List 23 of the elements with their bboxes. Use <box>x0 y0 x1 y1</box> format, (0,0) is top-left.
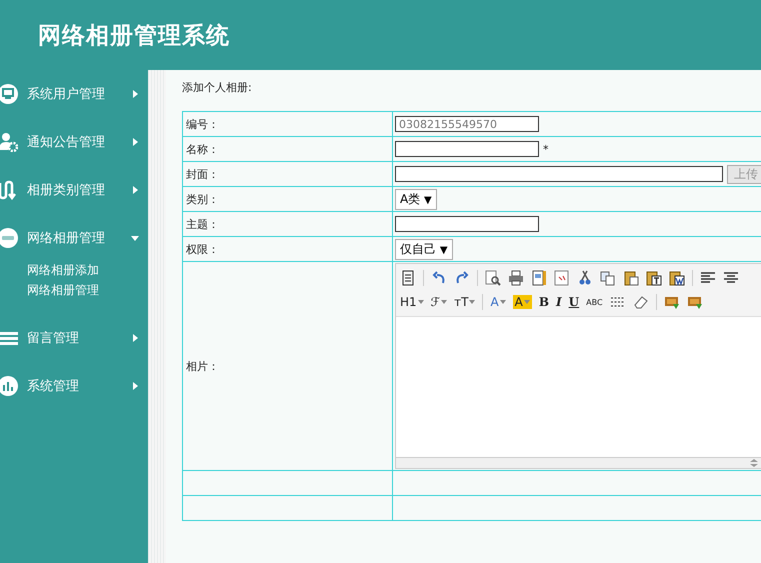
field-label: 名称： <box>186 142 219 156</box>
select-dropdown[interactable]: 仅自己 ▼ <box>395 238 453 260</box>
app-title: 网络相册管理系统 <box>38 22 230 50</box>
required-mark: * <box>543 142 548 156</box>
toolbar-dropdown[interactable]: тT <box>454 295 476 309</box>
toolbar-dropdown[interactable]: A <box>512 295 532 309</box>
toolbar-dropdown[interactable]: A <box>490 295 506 309</box>
field-label: 相片： <box>186 360 219 372</box>
toolbar-button[interactable]: U <box>568 295 580 309</box>
toolbar-dropdown[interactable]: ℱ <box>430 295 448 309</box>
toolbar-button[interactable]: ABC <box>586 298 603 306</box>
field-label: 封面： <box>186 168 219 180</box>
select-dropdown[interactable]: A类 ▼ <box>395 188 437 210</box>
input-field[interactable]: 03082155549570 <box>395 116 539 132</box>
rich-text-editor[interactable]: H1 ℱ тT A A B I U ABC <box>395 263 761 469</box>
field-label: 主题： <box>186 218 219 230</box>
field-label: 编号： <box>186 118 219 130</box>
toolbar-button[interactable]: B <box>538 295 550 309</box>
toolbar-button[interactable]: I <box>556 295 562 309</box>
field-label: 权限： <box>186 242 219 256</box>
form-title: 添加个人相册: <box>182 80 253 96</box>
toolbar-dropdown[interactable]: H1 <box>400 295 424 309</box>
field-label: 类别： <box>186 192 219 206</box>
